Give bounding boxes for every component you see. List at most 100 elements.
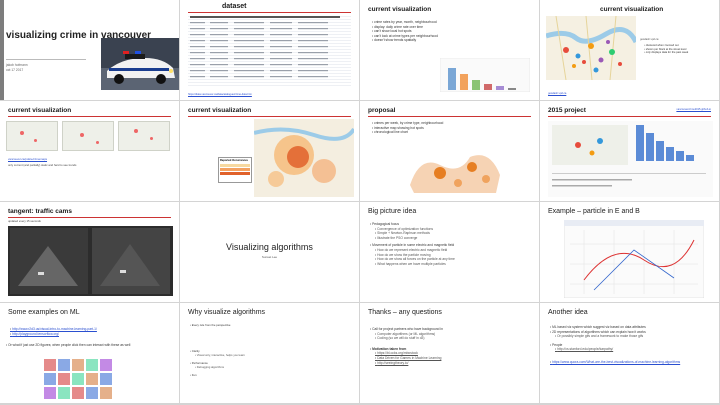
slide-big-picture[interactable]: Big picture idea Pedagogical focus Conve… (360, 202, 539, 302)
slide-title: Big picture idea (368, 208, 417, 215)
slide-title: tangent: traffic cams (8, 208, 72, 215)
title-rule (8, 116, 171, 117)
hotspot-marker (150, 137, 153, 140)
quora-link[interactable]: https://www.quora.com/What-are-the-best-… (550, 360, 715, 365)
author-name: jakob hofmann (6, 63, 28, 67)
bullet-list: clustered when zoomed out shown per bloc… (644, 44, 716, 55)
hotspot-marker (80, 133, 84, 137)
crime-map-1 (6, 121, 58, 151)
bullet: chronological line chart (372, 130, 522, 135)
proposal-sketch (410, 155, 500, 193)
motivation-link[interactable]: http://seeingtheory.io/ (370, 361, 535, 366)
hotspot-marker (20, 131, 24, 135)
slide-title: 2015 project (548, 107, 586, 114)
caption: updated every 15 seconds (8, 219, 41, 223)
geodash-map (546, 16, 636, 80)
slide-example-particle[interactable]: Example – particle in E and B (540, 202, 719, 302)
sub-bullet: Coding (so we will do stuff in d3) (370, 336, 535, 341)
crimemaps-link[interactable]: vancouver.ca/police/crimemaps (8, 157, 47, 161)
slide-title: current visualization (188, 107, 252, 114)
sub-bullet: Visual only, interactive, helps you lear… (190, 353, 355, 357)
project-link[interactable]: vancouvercrime2015.github.io (676, 108, 711, 112)
bullet-list: crimes per week, by crime type, neighbou… (372, 121, 522, 135)
bullet: Or what if just use 2D figures; when peo… (6, 343, 174, 348)
legend-swatch-low (220, 164, 250, 167)
project-screenshot (548, 121, 713, 197)
slide-dataset[interactable]: dataset https://data.vancouver.ca/dataca… (180, 0, 359, 100)
bullet-list: ML based viz system which suggest viz ba… (550, 325, 715, 365)
title-rule (188, 116, 351, 117)
slide-thanks[interactable]: Thanks – any questions Call for project … (360, 303, 539, 403)
police-car-photo (101, 38, 179, 90)
talk-date: oct 17 2017 (6, 67, 24, 72)
slide-title: Example – particle in E and B (548, 208, 640, 215)
slide-current-viz-4[interactable]: current visualization Reported Occurrenc… (180, 101, 359, 201)
section-label: geodash.vpd.ca: (640, 38, 660, 41)
geodash-link[interactable]: geodash.vpd.ca (548, 92, 566, 96)
title-rule (548, 116, 711, 117)
bullet-list: crime rates by year, month, neighbourhoo… (372, 20, 472, 43)
slide-title: current visualization (368, 6, 432, 13)
slide-accent (0, 0, 4, 100)
link-list: http://www.r2d3.us/visual-intro-to-machi… (10, 327, 175, 336)
hotspot-marker (96, 141, 99, 144)
legend-swatch-high (220, 172, 250, 175)
title-rule (368, 116, 531, 117)
caption: only current (and partially) static and … (8, 163, 77, 167)
bar-chart-screenshot (440, 58, 530, 92)
slide-title[interactable]: visualizing crime in vancouver jakob hof… (0, 0, 179, 100)
bullet: only displays data for the past week (644, 51, 716, 55)
bullet-list: Call for project partners who have backg… (370, 327, 535, 365)
sub-bullet: Or possibly simple gifs and a framework … (550, 334, 715, 339)
bullet: Fun (190, 373, 355, 377)
slide-title: proposal (368, 107, 396, 114)
slide-title: dataset (222, 3, 247, 10)
slide-current-viz-2[interactable]: current visualization geodash.vpd.ca: cl… (540, 0, 719, 100)
sub-bullet: Illustrate the PSO converge (370, 236, 535, 241)
slide-title: Another idea (548, 309, 588, 316)
slide-title: Thanks – any questions (368, 309, 442, 316)
legend-swatch-medium (220, 168, 250, 171)
hotspot-marker (134, 129, 138, 133)
divider (6, 59, 86, 60)
ml-heatmap-grid (44, 359, 112, 399)
slide-title: Visualizing algorithms (226, 242, 313, 252)
slide-2015-project[interactable]: 2015 project vancouvercrime2015.github.i… (540, 101, 719, 201)
hotspot-marker (34, 139, 37, 142)
slide-another-idea[interactable]: Another idea ML based viz system which s… (540, 303, 719, 403)
slide-ml-examples[interactable]: Some examples on ML http://www.r2d3.us/v… (0, 303, 179, 403)
slide-title: current visualization (8, 107, 72, 114)
slide-traffic-cams[interactable]: tangent: traffic cams updated every 15 s… (0, 202, 179, 302)
dataset-link[interactable]: https://data.vancouver.ca/datacatalogue/… (188, 93, 252, 97)
crime-map-2 (62, 121, 114, 151)
sub-bullet: What happens when we have multiple parti… (370, 262, 535, 267)
bullet-list: Every rule from the perspective Clarity … (190, 323, 355, 377)
bullet: Every rule from the perspective (190, 323, 355, 327)
slide-grid: visualizing crime in vancouver jakob hof… (0, 0, 720, 405)
slide-current-viz-1[interactable]: current visualization crime rates by yea… (360, 0, 539, 100)
people-link[interactable]: http://cs.stanford.edu/people/karpathy/ (550, 347, 715, 352)
particle-plot (564, 220, 704, 298)
slide-current-viz-3[interactable]: current visualization vancouver.ca/polic… (0, 101, 179, 201)
slide-proposal[interactable]: proposal crimes per week, by crime type,… (360, 101, 539, 201)
slide-why-visualize[interactable]: Why visualize algorithms Every rule from… (180, 303, 359, 403)
slide-visualizing-algorithms[interactable]: Visualizing algorithms Sunset Lee (180, 202, 359, 302)
sub-bullet: Debugging algorithms (190, 365, 355, 369)
table-rows (190, 16, 340, 78)
slide-title: current visualization (600, 6, 664, 13)
slide-title: Why visualize algorithms (188, 309, 266, 316)
bullet: doesn't show trends spatially (372, 38, 472, 43)
crime-map-3 (118, 121, 170, 151)
heatmap (254, 119, 354, 197)
slide-title: Some examples on ML (8, 309, 80, 316)
heatmap-legend: Reported Occurrences (218, 157, 252, 183)
ml-link[interactable]: http://playground.tensorflow.org/ (10, 332, 175, 337)
title-rule (8, 217, 171, 218)
title-rule (188, 12, 351, 13)
legend-title: Reported Occurrences (220, 159, 248, 162)
presenter-name: Sunset Lee (261, 255, 278, 259)
traffic-cam-screenshot (8, 226, 173, 296)
bullet-text: Or what if just use 2D figures; when peo… (6, 343, 174, 348)
dataset-table (188, 14, 351, 86)
hero-author: jakob hofmann oct 17 2017 (6, 63, 28, 72)
